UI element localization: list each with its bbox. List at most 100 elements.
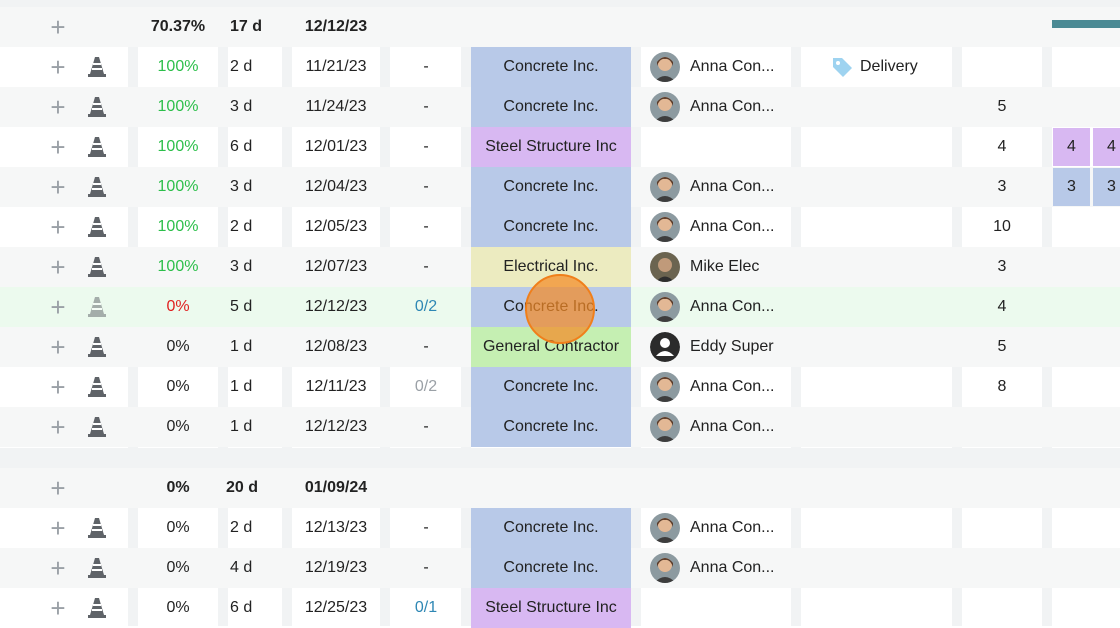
tag-cell[interactable] (830, 287, 960, 327)
task-type-icon[interactable] (80, 327, 114, 367)
gantt-cell[interactable]: 3 (1093, 168, 1120, 206)
crew-count[interactable]: 10 (962, 207, 1042, 247)
table-row[interactable]: +0% 1 d 12/11/23 0/2 Concrete Inc. Anna Con..… (0, 367, 1120, 407)
add-subtask-button[interactable]: + (40, 508, 76, 548)
tag-cell[interactable] (830, 327, 960, 367)
checklist-count[interactable]: 0/2 (391, 287, 461, 327)
assignee-cell[interactable]: Anna Con... (650, 87, 790, 127)
checklist-count[interactable]: - (391, 247, 461, 287)
task-date[interactable]: 12/25/23 (292, 588, 380, 628)
add-subtask-button[interactable]: + (40, 87, 76, 127)
crew-count[interactable]: 3 (962, 247, 1042, 287)
table-row[interactable]: +0% 1 d 12/12/23- Concrete Inc. Anna Con... (0, 407, 1120, 447)
task-type-icon[interactable] (80, 247, 114, 287)
tag-cell[interactable] (830, 207, 960, 247)
crew-count[interactable] (962, 588, 1042, 628)
task-date[interactable]: 12/11/23 (292, 367, 380, 407)
gantt-cell[interactable]: 3 (1053, 168, 1090, 206)
task-type-icon[interactable] (80, 127, 114, 167)
company-cell[interactable]: Steel Structure Inc (471, 127, 631, 167)
task-type-icon[interactable] (80, 548, 114, 588)
assignee-cell[interactable]: Anna Con... (650, 407, 790, 447)
add-subtask-button[interactable]: + (40, 287, 76, 327)
company-cell[interactable]: Concrete Inc. (471, 548, 631, 588)
task-date[interactable]: 12/12/23 (292, 407, 380, 447)
table-row[interactable]: +0% 6 d 12/25/23 0/1 Steel Structure Inc (0, 588, 1120, 628)
gantt-summary-bar[interactable] (1052, 20, 1120, 28)
crew-count[interactable] (962, 47, 1042, 87)
assignee-cell[interactable]: Anna Con... (650, 508, 790, 548)
checklist-count[interactable]: - (391, 167, 461, 207)
assignee-cell[interactable]: Anna Con... (650, 207, 790, 247)
crew-count[interactable]: 5 (962, 87, 1042, 127)
company-cell[interactable]: Concrete Inc. (471, 47, 631, 87)
company-cell[interactable]: Concrete Inc. (471, 367, 631, 407)
tag-cell[interactable] (830, 548, 960, 588)
task-date[interactable]: 12/19/23 (292, 548, 380, 588)
crew-count[interactable]: 8 (962, 367, 1042, 407)
task-type-icon[interactable] (80, 407, 114, 447)
tag-cell[interactable] (830, 127, 960, 167)
crew-count[interactable] (962, 407, 1042, 447)
add-subtask-button[interactable]: + (40, 207, 76, 247)
table-row[interactable]: +0% 2 d 12/13/23- Concrete Inc. Anna Con... (0, 508, 1120, 548)
add-subtask-button[interactable]: + (40, 127, 76, 167)
add-task-button[interactable]: + (40, 468, 76, 508)
task-date[interactable]: 12/12/23 (292, 287, 380, 327)
crew-count[interactable]: 5 (962, 327, 1042, 367)
checklist-count[interactable]: - (391, 127, 461, 167)
assignee-cell[interactable]: Mike Elec (650, 247, 790, 287)
tag-cell[interactable] (830, 87, 960, 127)
task-date[interactable]: 12/05/23 (292, 207, 380, 247)
tag-cell[interactable] (830, 508, 960, 548)
crew-count[interactable] (962, 548, 1042, 588)
task-type-icon[interactable] (80, 367, 114, 407)
tag-cell[interactable] (830, 367, 960, 407)
table-row[interactable]: +100% 6 d 12/01/23- Steel Structure Inc 4 (0, 127, 1120, 167)
group-header-row[interactable]: + 0% 20 d 01/09/24 (0, 468, 1120, 508)
table-row[interactable]: +0% 4 d 12/19/23- Concrete Inc. Anna Con... (0, 548, 1120, 588)
checklist-count[interactable]: - (391, 508, 461, 548)
crew-count[interactable]: 4 (962, 127, 1042, 167)
table-row[interactable]: +100% 3 d 11/24/23- Concrete Inc. Anna Con..… (0, 87, 1120, 127)
add-subtask-button[interactable]: + (40, 407, 76, 447)
table-row[interactable]: +100% 3 d 12/04/23- Concrete Inc. Anna Con..… (0, 167, 1120, 207)
task-date[interactable]: 12/13/23 (292, 508, 380, 548)
assignee-cell[interactable]: Anna Con... (650, 287, 790, 327)
add-subtask-button[interactable]: + (40, 167, 76, 207)
task-date[interactable]: 11/21/23 (292, 47, 380, 87)
checklist-count[interactable]: - (391, 87, 461, 127)
assignee-cell[interactable]: Anna Con... (650, 167, 790, 207)
task-type-icon[interactable] (80, 207, 114, 247)
assignee-cell[interactable]: Eddy Super (650, 327, 790, 367)
company-cell[interactable]: Concrete Inc. (471, 508, 631, 548)
checklist-count[interactable]: 0/2 (391, 367, 461, 407)
tag-cell[interactable] (830, 588, 960, 628)
crew-count[interactable] (962, 508, 1042, 548)
crew-count[interactable]: 3 (962, 167, 1042, 207)
task-date[interactable]: 12/04/23 (292, 167, 380, 207)
checklist-count[interactable]: - (391, 47, 461, 87)
checklist-count[interactable]: - (391, 327, 461, 367)
assignee-cell[interactable] (650, 127, 790, 167)
assignee-cell[interactable] (650, 588, 790, 628)
company-cell[interactable]: Concrete Inc. (471, 207, 631, 247)
add-subtask-button[interactable]: + (40, 588, 76, 628)
checklist-count[interactable]: - (391, 407, 461, 447)
task-date[interactable]: 11/24/23 (292, 87, 380, 127)
task-type-icon[interactable] (80, 508, 114, 548)
add-subtask-button[interactable]: + (40, 367, 76, 407)
crew-count[interactable]: 4 (962, 287, 1042, 327)
tag-cell[interactable] (830, 167, 960, 207)
add-subtask-button[interactable]: + (40, 247, 76, 287)
task-type-icon[interactable] (80, 87, 114, 127)
assignee-cell[interactable]: Anna Con... (650, 548, 790, 588)
tag-cell[interactable] (830, 247, 960, 287)
task-type-icon[interactable] (80, 47, 114, 87)
company-cell[interactable]: Steel Structure Inc (471, 588, 631, 628)
add-subtask-button[interactable]: + (40, 47, 76, 87)
gantt-cell[interactable]: 4 (1093, 128, 1120, 166)
task-date[interactable]: 12/07/23 (292, 247, 380, 287)
task-type-icon[interactable] (80, 588, 114, 628)
task-date[interactable]: 12/01/23 (292, 127, 380, 167)
